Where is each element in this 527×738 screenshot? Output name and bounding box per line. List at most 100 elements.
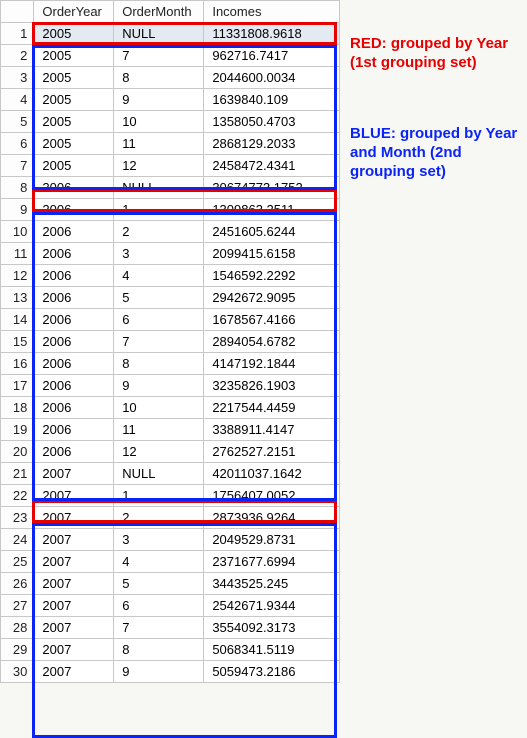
table-row[interactable]: 25200742371677.6994 <box>1 551 340 573</box>
month-cell: 8 <box>114 639 204 661</box>
month-cell: 12 <box>114 441 204 463</box>
table-row[interactable]: 24200732049529.8731 <box>1 529 340 551</box>
table-row[interactable]: 82006NULL30674773.1752 <box>1 177 340 199</box>
table-row[interactable]: 192006113388911.4147 <box>1 419 340 441</box>
month-cell: 3 <box>114 529 204 551</box>
income-cell: 30674773.1752 <box>204 177 340 199</box>
income-cell: 1639840.109 <box>204 89 340 111</box>
table-row[interactable]: 23200722873936.9264 <box>1 507 340 529</box>
table-row[interactable]: 10200622451605.6244 <box>1 221 340 243</box>
month-cell: 6 <box>114 595 204 617</box>
year-cell: 2006 <box>34 419 114 441</box>
income-cell: 2044600.0034 <box>204 67 340 89</box>
header-month: OrderMonth <box>114 1 204 23</box>
year-cell: 2007 <box>34 661 114 683</box>
table-row[interactable]: 16200684147192.1844 <box>1 353 340 375</box>
year-cell: 2007 <box>34 529 114 551</box>
year-cell: 2007 <box>34 551 114 573</box>
month-cell: 8 <box>114 353 204 375</box>
month-cell: NULL <box>114 463 204 485</box>
income-cell: 2868129.2033 <box>204 133 340 155</box>
month-cell: 3 <box>114 243 204 265</box>
month-cell: 9 <box>114 89 204 111</box>
year-cell: 2006 <box>34 441 114 463</box>
table-row[interactable]: 52005101358050.4703 <box>1 111 340 133</box>
rownum-cell: 26 <box>1 573 34 595</box>
table-row[interactable]: 12005NULL11331808.9618 <box>1 23 340 45</box>
income-cell: 5059473.2186 <box>204 661 340 683</box>
year-cell: 2006 <box>34 243 114 265</box>
month-cell: 5 <box>114 287 204 309</box>
table-row[interactable]: 30200795059473.2186 <box>1 661 340 683</box>
rownum-cell: 21 <box>1 463 34 485</box>
rownum-cell: 12 <box>1 265 34 287</box>
header-year: OrderYear <box>34 1 114 23</box>
income-cell: 2217544.4459 <box>204 397 340 419</box>
annotation-red: RED: grouped by Year (1st grouping set) <box>350 35 520 73</box>
income-cell: 3554092.3173 <box>204 617 340 639</box>
month-cell: 12 <box>114 155 204 177</box>
rownum-cell: 1 <box>1 23 34 45</box>
rownum-cell: 5 <box>1 111 34 133</box>
year-cell: 2006 <box>34 199 114 221</box>
table-row[interactable]: 12200641546592.2292 <box>1 265 340 287</box>
table-row[interactable]: 22200711756407.0052 <box>1 485 340 507</box>
table-row[interactable]: 9200611309863.2511 <box>1 199 340 221</box>
rownum-cell: 24 <box>1 529 34 551</box>
income-cell: 2049529.8731 <box>204 529 340 551</box>
table-row[interactable]: 202006122762527.2151 <box>1 441 340 463</box>
month-cell: NULL <box>114 23 204 45</box>
year-cell: 2007 <box>34 507 114 529</box>
income-cell: 2542671.9344 <box>204 595 340 617</box>
year-cell: 2005 <box>34 155 114 177</box>
table-row[interactable]: 14200661678567.4166 <box>1 309 340 331</box>
year-cell: 2006 <box>34 287 114 309</box>
rownum-cell: 29 <box>1 639 34 661</box>
year-cell: 2006 <box>34 375 114 397</box>
year-cell: 2005 <box>34 89 114 111</box>
table-row[interactable]: 13200652942672.9095 <box>1 287 340 309</box>
income-cell: 3388911.4147 <box>204 419 340 441</box>
month-cell: 7 <box>114 617 204 639</box>
table-row[interactable]: 182006102217544.4459 <box>1 397 340 419</box>
table-row[interactable]: 15200672894054.6782 <box>1 331 340 353</box>
month-cell: 4 <box>114 265 204 287</box>
table-row[interactable]: 26200753443525.245 <box>1 573 340 595</box>
income-cell: 3235826.1903 <box>204 375 340 397</box>
table-row[interactable]: 220057962716.7417 <box>1 45 340 67</box>
rownum-cell: 22 <box>1 485 34 507</box>
rownum-cell: 15 <box>1 331 34 353</box>
month-cell: 9 <box>114 375 204 397</box>
income-cell: 1358050.4703 <box>204 111 340 133</box>
year-cell: 2006 <box>34 397 114 419</box>
rownum-cell: 27 <box>1 595 34 617</box>
rownum-cell: 18 <box>1 397 34 419</box>
month-cell: 5 <box>114 573 204 595</box>
table-row[interactable]: 72005122458472.4341 <box>1 155 340 177</box>
income-cell: 11331808.9618 <box>204 23 340 45</box>
rownum-cell: 25 <box>1 551 34 573</box>
rownum-cell: 19 <box>1 419 34 441</box>
rownum-cell: 7 <box>1 155 34 177</box>
income-cell: 3443525.245 <box>204 573 340 595</box>
income-cell: 2894054.6782 <box>204 331 340 353</box>
header-row: OrderYear OrderMonth Incomes <box>1 1 340 23</box>
table-row[interactable]: 4200591639840.109 <box>1 89 340 111</box>
year-cell: 2006 <box>34 221 114 243</box>
year-cell: 2005 <box>34 23 114 45</box>
header-rownum <box>1 1 34 23</box>
table-row[interactable]: 17200693235826.1903 <box>1 375 340 397</box>
year-cell: 2007 <box>34 573 114 595</box>
table-row[interactable]: 29200785068341.5119 <box>1 639 340 661</box>
month-cell: 4 <box>114 551 204 573</box>
year-cell: 2007 <box>34 463 114 485</box>
table-row[interactable]: 28200773554092.3173 <box>1 617 340 639</box>
year-cell: 2006 <box>34 265 114 287</box>
table-row[interactable]: 27200762542671.9344 <box>1 595 340 617</box>
income-cell: 1678567.4166 <box>204 309 340 331</box>
table-row[interactable]: 212007NULL42011037.1642 <box>1 463 340 485</box>
year-cell: 2007 <box>34 485 114 507</box>
table-row[interactable]: 3200582044600.0034 <box>1 67 340 89</box>
table-row[interactable]: 62005112868129.2033 <box>1 133 340 155</box>
table-row[interactable]: 11200632099415.6158 <box>1 243 340 265</box>
